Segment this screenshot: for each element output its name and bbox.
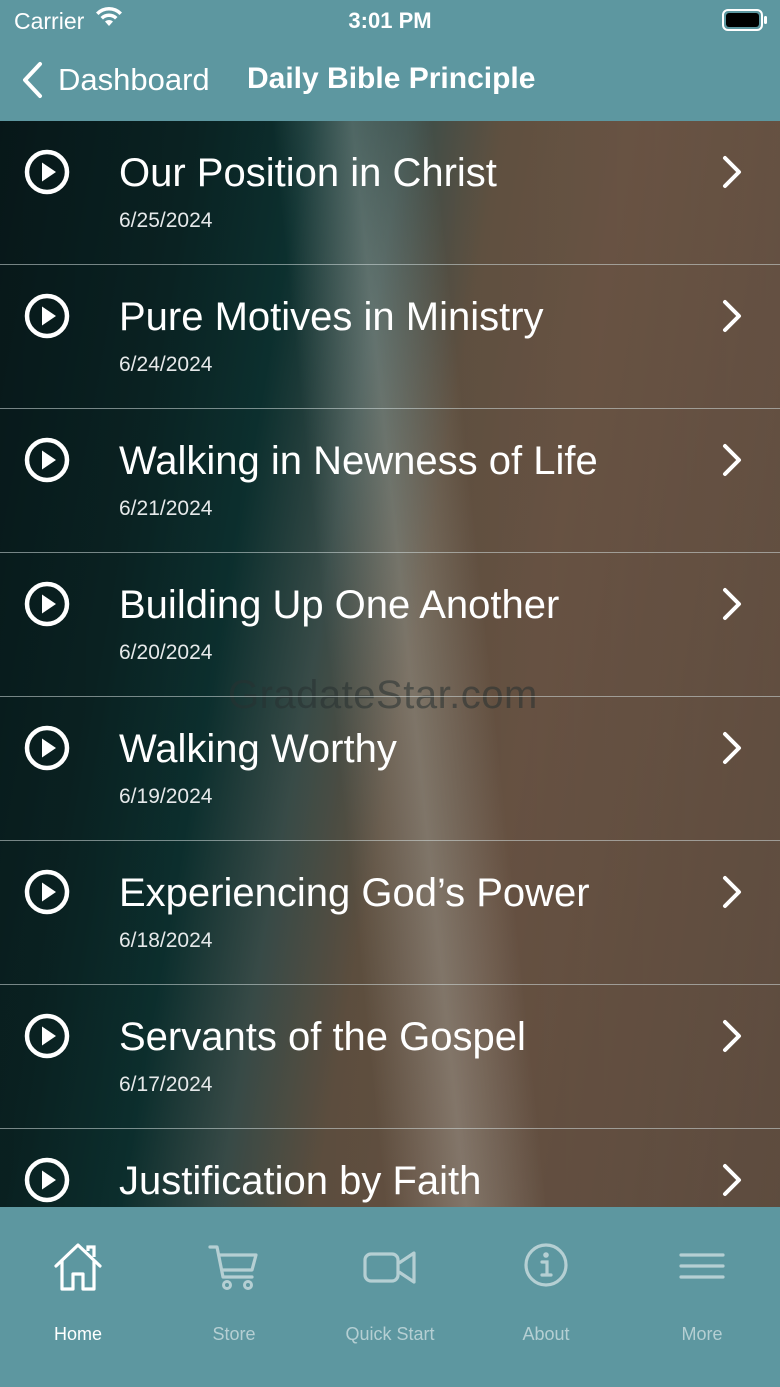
item-title: Servants of the Gospel [119, 1015, 526, 1059]
item-title: Our Position in Christ [119, 151, 497, 195]
item-title: Pure Motives in Ministry [119, 295, 544, 339]
status-time: 3:01 PM [348, 8, 432, 33]
item-title: Walking in Newness of Life [119, 439, 598, 483]
item-date: 6/19/2024 [119, 785, 213, 808]
chevron-right-icon [723, 732, 741, 764]
back-label: Dashboard [58, 62, 210, 97]
item-date: 6/21/2024 [119, 497, 213, 520]
page-title: Daily Bible Principle [247, 62, 536, 95]
chevron-right-icon [723, 444, 741, 476]
play-icon [24, 869, 70, 915]
chevron-right-icon [723, 156, 741, 188]
menu-icon [679, 1253, 725, 1279]
status-bar: Carrier 3:01 PM [0, 0, 780, 40]
item-date: 6/24/2024 [119, 353, 213, 376]
tab-home[interactable]: Home [0, 1207, 156, 1387]
chevron-left-icon [23, 62, 42, 98]
chevron-right-icon [723, 300, 741, 332]
item-title: Justification by Faith [119, 1159, 482, 1203]
battery-icon [722, 9, 767, 31]
item-title: Building Up One Another [119, 583, 560, 627]
list-item[interactable]: Walking Worthy 6/19/2024 [0, 697, 780, 841]
tab-label: Quick Start [345, 1324, 435, 1344]
list-item[interactable]: Walking in Newness of Life 6/21/2024 [0, 409, 780, 553]
item-date: 6/17/2024 [119, 1073, 213, 1096]
back-button[interactable]: Dashboard [20, 52, 210, 108]
play-icon [24, 1013, 70, 1059]
info-icon [524, 1243, 568, 1287]
tab-label: Store [212, 1324, 256, 1344]
play-icon [24, 1157, 70, 1203]
tab-label: More [681, 1324, 723, 1344]
chevron-right-icon [723, 1020, 741, 1052]
top-header: Carrier 3:01 PM Dashboard Daily Bible Pr… [0, 0, 780, 121]
play-icon [24, 293, 70, 339]
chevron-right-icon [723, 588, 741, 620]
play-icon [24, 149, 70, 195]
play-icon [24, 725, 70, 771]
tab-bar: Home Store Quick Start About More [0, 1207, 780, 1387]
content-area: GradateStar.com Our Position in Christ 6/… [0, 121, 780, 1207]
video-icon [363, 1251, 416, 1284]
item-date: 6/18/2024 [119, 929, 213, 952]
chevron-right-icon [723, 1164, 741, 1196]
navigation-bar: Dashboard Daily Bible Principle [0, 52, 780, 108]
item-title: Experiencing God’s Power [119, 871, 590, 915]
list-item[interactable]: Building Up One Another 6/20/2024 [0, 553, 780, 697]
principle-list: Our Position in Christ 6/25/2024 Pure Moti… [0, 121, 780, 1207]
list-item[interactable]: Experiencing God’s Power 6/18/2024 [0, 841, 780, 985]
item-date: 6/25/2024 [119, 209, 213, 232]
item-title: Walking Worthy [119, 727, 397, 771]
play-icon [24, 581, 70, 627]
cart-icon [208, 1245, 258, 1290]
list-item[interactable]: Our Position in Christ 6/25/2024 [0, 121, 780, 265]
tab-more[interactable]: More [624, 1207, 780, 1387]
chevron-right-icon [723, 876, 741, 908]
tab-label: Home [53, 1324, 102, 1344]
tab-label: About [522, 1324, 570, 1344]
list-item[interactable]: Servants of the Gospel 6/17/2024 [0, 985, 780, 1129]
tab-store[interactable]: Store [156, 1207, 312, 1387]
list-item[interactable]: Justification by Faith [0, 1129, 780, 1207]
tab-quick-start[interactable]: Quick Start [312, 1207, 468, 1387]
tab-about[interactable]: About [468, 1207, 624, 1387]
home-icon [54, 1243, 102, 1291]
list-item[interactable]: Pure Motives in Ministry 6/24/2024 [0, 265, 780, 409]
play-icon [24, 437, 70, 483]
item-date: 6/20/2024 [119, 641, 213, 664]
